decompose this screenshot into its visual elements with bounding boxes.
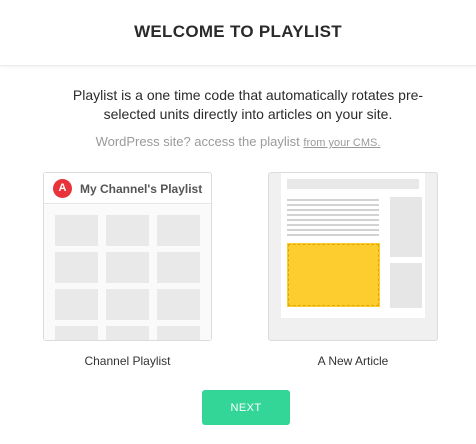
cms-link[interactable]: from your CMS. <box>303 137 380 149</box>
grid-thumbnail <box>55 215 98 246</box>
article-text-line <box>287 234 379 236</box>
grid-thumbnail <box>55 252 98 283</box>
page-title: WELCOME TO PLAYLIST <box>134 22 342 41</box>
channel-playlist-card[interactable]: A My Channel's Playlist <box>43 172 212 341</box>
article-sidebar-block <box>390 263 422 308</box>
article-text-line <box>287 209 379 211</box>
grid-thumbnail <box>55 326 98 340</box>
grid-thumbnail <box>106 326 149 340</box>
new-article-card[interactable] <box>268 172 438 341</box>
grid-thumbnail <box>106 252 149 283</box>
playlist-unit-placeholder <box>287 243 380 307</box>
next-button[interactable]: NEXT <box>202 390 290 425</box>
article-text-line <box>287 224 379 226</box>
article-text-line <box>287 204 379 206</box>
article-text-line <box>287 199 379 201</box>
article-text-line <box>287 219 379 221</box>
wordpress-hint-text: WordPress site? access the playlist <box>95 134 304 149</box>
new-article-label: A New Article <box>317 354 389 368</box>
article-text-line <box>287 214 379 216</box>
channel-grid-preview <box>44 205 211 340</box>
grid-thumbnail <box>106 289 149 320</box>
intro-text: Playlist is a one time code that automat… <box>72 87 424 122</box>
grid-thumbnail <box>157 215 200 246</box>
channel-logo-icon: A <box>53 179 72 198</box>
grid-thumbnail <box>157 326 200 340</box>
grid-thumbnail <box>106 215 149 246</box>
channel-card-header: A My Channel's Playlist <box>44 173 211 204</box>
article-text-line <box>287 229 379 231</box>
grid-thumbnail <box>157 252 200 283</box>
channel-playlist-label: Channel Playlist <box>84 354 171 368</box>
article-sidebar-block <box>390 197 422 257</box>
page-header: WELCOME TO PLAYLIST <box>0 0 476 66</box>
wordpress-hint: WordPress site? access the playlist from… <box>0 134 476 149</box>
grid-thumbnail <box>55 289 98 320</box>
article-topbar <box>287 179 419 189</box>
channel-card-title: My Channel's Playlist <box>80 182 203 196</box>
grid-thumbnail <box>157 289 200 320</box>
